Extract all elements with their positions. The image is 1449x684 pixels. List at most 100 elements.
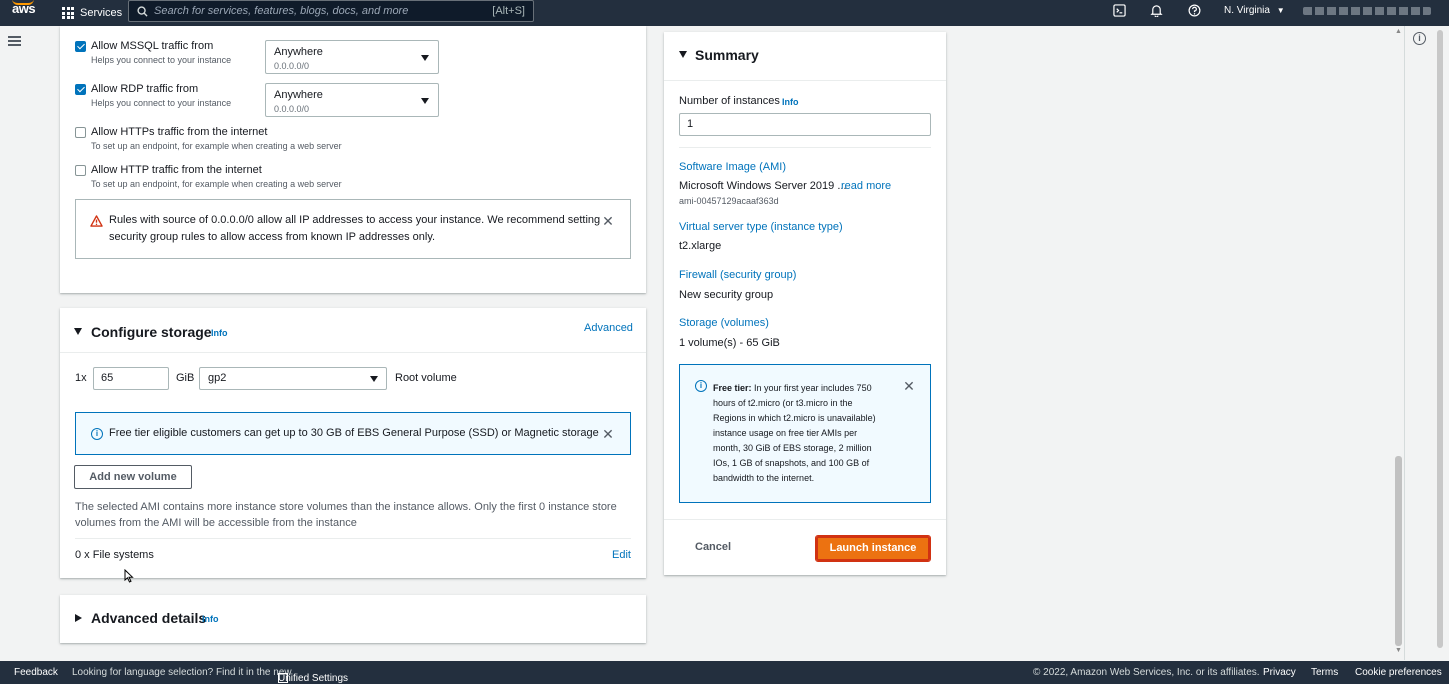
rdp-desc: Helps you connect to your instance <box>91 98 232 108</box>
scrollbar-thumb[interactable] <box>1395 456 1402 646</box>
close-icon[interactable]: ✕ <box>602 214 614 228</box>
rdp-source-value: Anywhere <box>274 89 323 101</box>
free-tier-storage-info: i Free tier eligible customers can get u… <box>75 412 631 455</box>
free-tier-summary-info: i Free tier: In your first year includes… <box>679 364 931 503</box>
summary-title[interactable]: Summary <box>695 47 759 63</box>
free-tier-line-0: In your first year includes 750 <box>751 383 872 393</box>
rdp-checkbox[interactable] <box>75 84 86 95</box>
ami-note-line2: volumes from the AMI will be accessible … <box>75 517 357 529</box>
instance-type-value: t2.xlarge <box>679 240 722 252</box>
search-icon <box>137 5 148 17</box>
instance-type-link[interactable]: Virtual server type (instance type) <box>679 221 843 233</box>
ami-read-more-link[interactable]: read more <box>841 180 891 192</box>
terms-link[interactable]: Terms <box>1311 667 1338 678</box>
copyright-text: © 2022, Amazon Web Services, Inc. or its… <box>1033 667 1260 678</box>
summary-header-divider <box>664 80 946 81</box>
http-checkbox[interactable] <box>75 165 86 176</box>
http-label: Allow HTTP traffic from the internet <box>91 164 262 176</box>
advanced-details-info-link[interactable]: Info <box>202 614 219 624</box>
rdp-source-select[interactable]: Anywhere 0.0.0.0/0 <box>265 83 439 117</box>
language-message: Looking for language selection? Find it … <box>72 667 292 678</box>
root-volume-label: Root volume <box>395 372 457 384</box>
volume-count: 1x <box>75 372 87 384</box>
ami-note-line1: The selected AMI contains more instance … <box>75 501 617 513</box>
info-panel-icon[interactable]: i <box>1413 32 1426 45</box>
storage-link[interactable]: Storage (volumes) <box>679 317 769 329</box>
https-label: Allow HTTPs traffic from the internet <box>91 126 268 138</box>
https-checkbox[interactable] <box>75 127 86 138</box>
http-desc: To set up an endpoint, for example when … <box>91 179 342 189</box>
add-new-volume-button[interactable]: Add new volume <box>74 465 192 489</box>
aws-logo[interactable]: aws <box>12 2 38 22</box>
chevron-down-icon: ▼ <box>1276 6 1285 15</box>
close-icon[interactable]: ✕ <box>602 427 614 441</box>
free-tier-line-4: month, 30 GiB of EBS storage, 2 million <box>713 443 872 453</box>
caret-down-icon <box>370 376 378 382</box>
collapse-triangle-icon[interactable] <box>74 328 82 335</box>
mouse-cursor-icon <box>124 569 134 583</box>
free-tier-storage-text: Free tier eligible customers can get up … <box>109 427 599 439</box>
external-link-icon <box>278 673 288 683</box>
bell-icon[interactable] <box>1148 4 1164 20</box>
warning-text-line1: Rules with source of 0.0.0.0/0 allow all… <box>109 214 601 226</box>
cancel-button[interactable]: Cancel <box>695 541 731 553</box>
search-bar[interactable]: [Alt+S] <box>128 0 534 22</box>
search-input[interactable] <box>154 5 493 17</box>
collapse-triangle-icon[interactable] <box>679 51 687 58</box>
mssql-source-cidr: 0.0.0.0/0 <box>274 61 310 71</box>
num-instances-input[interactable]: 1 <box>679 113 931 136</box>
help-icon[interactable] <box>1186 4 1202 20</box>
free-tier-title: Free tier: <box>713 383 752 393</box>
ami-id: ami-00457129acaaf363d <box>679 196 779 206</box>
ami-storage-note: The selected AMI contains more instance … <box>75 499 617 531</box>
advanced-details-title[interactable]: Advanced details <box>91 610 206 626</box>
close-icon[interactable]: ✕ <box>903 379 915 393</box>
mssql-checkbox[interactable] <box>75 41 86 52</box>
ami-value: Microsoft Windows Server 2019 ... <box>679 180 847 192</box>
mssql-label: Allow MSSQL traffic from <box>91 40 214 52</box>
rdp-source-cidr: 0.0.0.0/0 <box>274 104 310 114</box>
volume-type-select[interactable]: gp2 <box>199 367 387 390</box>
ami-link[interactable]: Software Image (AMI) <box>679 161 786 173</box>
services-label: Services <box>80 7 123 19</box>
warning-text-line2: security group rules to allow access fro… <box>109 231 436 243</box>
privacy-link[interactable]: Privacy <box>1263 667 1296 678</box>
firewall-value: New security group <box>679 289 774 301</box>
caret-down-icon <box>421 55 429 61</box>
firewall-link[interactable]: Firewall (security group) <box>679 269 796 281</box>
free-tier-line-6: bandwidth to the internet. <box>713 473 815 483</box>
page-scrollbar[interactable] <box>1436 30 1444 650</box>
num-instances-info-link[interactable]: Info <box>782 97 799 107</box>
expand-triangle-icon[interactable] <box>75 614 82 622</box>
account-menu[interactable] <box>1303 7 1431 15</box>
content-scrollbar[interactable]: ▲ ▼ <box>1394 28 1402 654</box>
page-scrollbar-thumb[interactable] <box>1437 30 1443 648</box>
storage-title[interactable]: Configure storage <box>91 324 212 340</box>
mssql-source-value: Anywhere <box>274 46 323 58</box>
storage-advanced-link[interactable]: Advanced <box>584 322 633 334</box>
grid-icon <box>62 7 74 19</box>
open-access-warning: Rules with source of 0.0.0.0/0 allow all… <box>75 199 631 259</box>
services-menu-button[interactable]: Services <box>62 0 122 26</box>
feedback-link[interactable]: Feedback <box>14 667 58 678</box>
hamburger-menu-icon[interactable] <box>8 36 21 46</box>
scroll-up-icon[interactable]: ▲ <box>1395 28 1402 35</box>
launch-instance-button[interactable]: Launch instance <box>815 535 931 562</box>
cloudshell-icon[interactable] <box>1111 4 1127 20</box>
unified-settings-label: Unified Settings <box>278 673 349 684</box>
num-instances-label: Number of instances <box>679 95 780 107</box>
file-systems-edit-link[interactable]: Edit <box>612 549 631 561</box>
mssql-desc: Helps you connect to your instance <box>91 55 232 65</box>
volume-size-input[interactable]: 65 <box>93 367 169 390</box>
info-icon: i <box>91 428 103 440</box>
storage-value: 1 volume(s) - 65 GiB <box>679 337 780 349</box>
mssql-source-select[interactable]: Anywhere 0.0.0.0/0 <box>265 40 439 74</box>
free-tier-line-2: Regions in which t2.micro is unavailable… <box>713 413 876 423</box>
storage-info-link[interactable]: Info <box>211 328 228 338</box>
info-icon: i <box>695 380 707 392</box>
cookie-preferences-link[interactable]: Cookie preferences <box>1355 667 1442 678</box>
https-desc: To set up an endpoint, for example when … <box>91 141 342 151</box>
scroll-down-icon[interactable]: ▼ <box>1395 647 1402 654</box>
region-selector[interactable]: N. Virginia ▼ <box>1224 0 1285 22</box>
file-systems-label: 0 x File systems <box>75 549 154 561</box>
